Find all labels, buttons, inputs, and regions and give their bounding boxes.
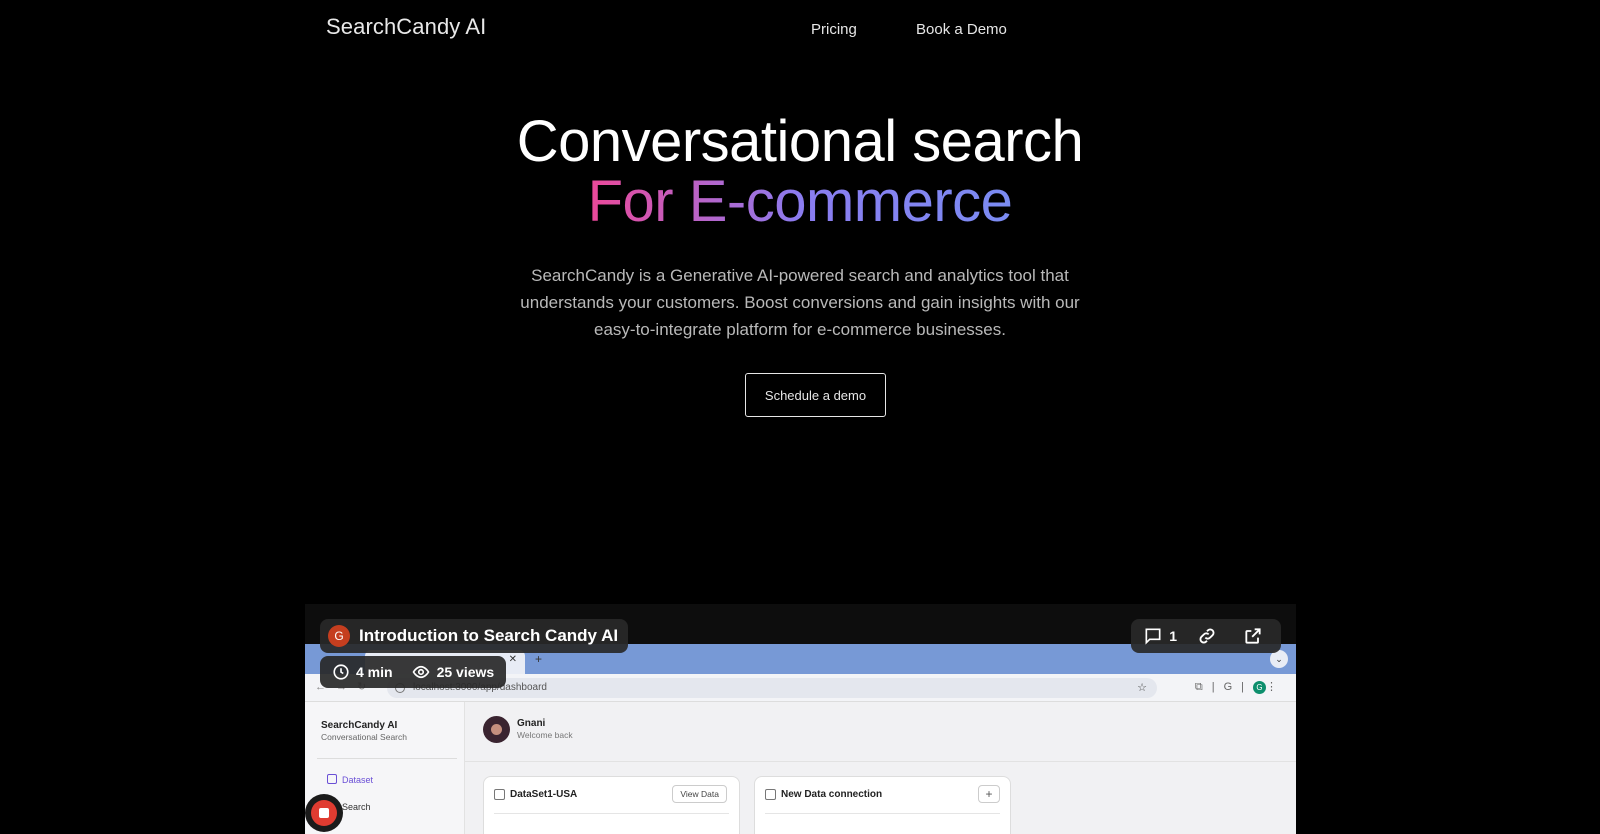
divider: [494, 813, 729, 814]
app-subtitle: Conversational Search: [321, 732, 407, 742]
stop-icon: [319, 808, 329, 818]
dataset-card: DataSet1-USA View Data: [483, 776, 740, 834]
hero-description: SearchCandy is a Generative AI-powered s…: [520, 262, 1080, 343]
brand-logo-text[interactable]: SearchCandy AI: [326, 14, 486, 40]
author-avatar: G: [328, 625, 350, 647]
video-title-pill[interactable]: G Introduction to Search Candy AI: [320, 619, 628, 653]
top-nav: SearchCandy AI Pricing Book a Demo: [0, 0, 1600, 60]
external-link-icon: [1243, 626, 1263, 646]
hero-headline-gradient: For E-commerce: [588, 172, 1013, 232]
video-meta-pill: 4 min 25 views: [320, 656, 506, 688]
duration: 4 min: [332, 663, 393, 681]
eye-icon: [411, 663, 431, 681]
app-title: SearchCandy AI: [321, 720, 397, 731]
card-title: New Data connection: [781, 789, 882, 800]
sidebar-item-label: Search: [342, 802, 371, 812]
divider: [317, 758, 457, 759]
comments-count: 1: [1169, 628, 1177, 644]
video-title[interactable]: Introduction to Search Candy AI: [359, 626, 618, 646]
dataset-icon: [327, 774, 337, 784]
nav-link-pricing[interactable]: Pricing: [811, 21, 857, 38]
record-indicator: [311, 800, 337, 826]
comment-icon: [1143, 626, 1163, 646]
open-external-button[interactable]: [1243, 626, 1269, 646]
dashboard-header: Gnani Welcome back: [465, 702, 1296, 762]
clock-icon: [332, 663, 350, 681]
link-icon: [1197, 626, 1217, 646]
hero-section: Conversational search For E-commerce: [0, 112, 1600, 232]
divider: [765, 813, 1000, 814]
star-icon: ☆: [1137, 681, 1147, 694]
duration-text: 4 min: [356, 664, 393, 680]
stop-recording-button[interactable]: [305, 794, 343, 832]
new-connection-card: New Data connection +: [754, 776, 1011, 834]
add-connection-button: +: [978, 785, 1000, 803]
chart-icon: [494, 789, 505, 800]
connection-icon: [765, 789, 776, 800]
nav-link-book-demo[interactable]: Book a Demo: [916, 21, 1007, 38]
sidebar-item-label: Dataset: [342, 775, 373, 785]
browser-toolbar-icons: ⧉|G|G⋮: [1195, 680, 1286, 694]
user-name: Gnani: [517, 718, 545, 729]
schedule-demo-button[interactable]: Schedule a demo: [745, 373, 886, 417]
view-count: 25 views: [411, 663, 495, 681]
view-data-button: View Data: [672, 785, 727, 803]
welcome-text: Welcome back: [517, 730, 573, 740]
views-text: 25 views: [437, 664, 495, 680]
sidebar-item-dataset: Dataset: [327, 774, 373, 785]
copy-link-button[interactable]: [1197, 626, 1223, 646]
profile-avatar: G: [1253, 681, 1266, 694]
hero-headline: Conversational search: [0, 112, 1600, 172]
card-title: DataSet1-USA: [510, 789, 577, 800]
user-avatar: [483, 716, 510, 743]
close-icon: ✕: [509, 654, 517, 665]
comments-button[interactable]: 1: [1143, 626, 1177, 646]
video-embed[interactable]: ✕ + ⌄ ←→↻ localhost:3000/app/dashboard ☆…: [305, 604, 1296, 834]
video-actions-pill: 1: [1131, 619, 1281, 653]
plus-icon: +: [535, 652, 542, 666]
